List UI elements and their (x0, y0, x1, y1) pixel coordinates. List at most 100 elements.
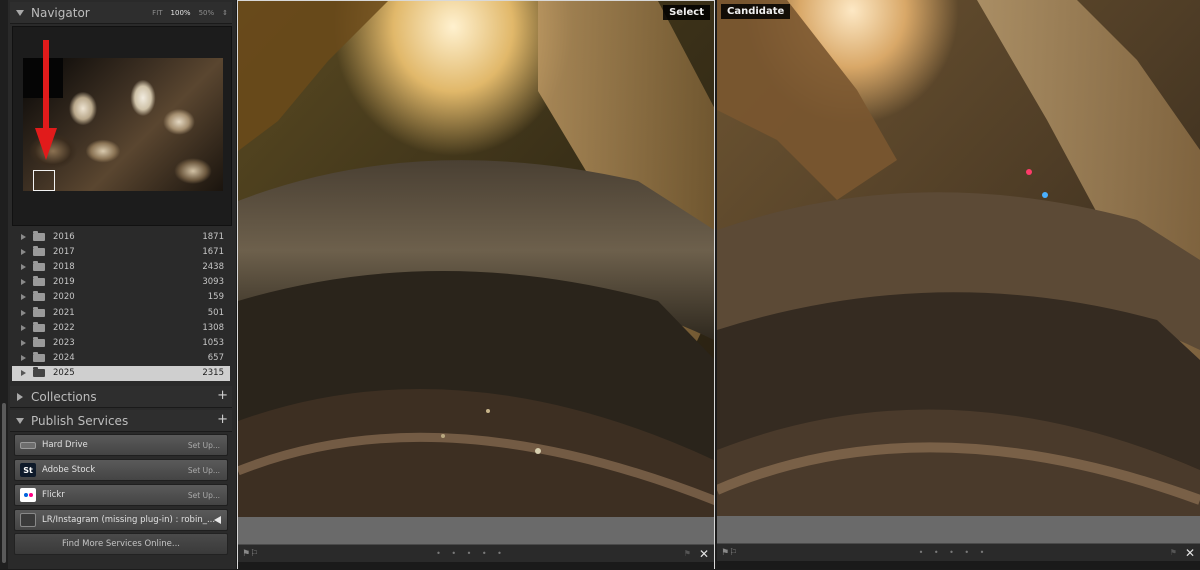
folder-count: 657 (207, 353, 224, 364)
select-filmstrip-band (238, 517, 714, 544)
expand-triangle-icon[interactable] (21, 370, 26, 377)
collapse-triangle-icon[interactable] (16, 9, 24, 16)
folder-label: 2018 (53, 261, 75, 272)
panel-scrollbar-thumb[interactable] (2, 403, 6, 563)
setup-link[interactable]: Set Up... (188, 491, 220, 500)
navigator-title: Navigator (31, 5, 90, 20)
publish-services-header[interactable]: Publish Services + (10, 410, 232, 432)
service-name: Adobe Stock (42, 465, 96, 475)
flag-icon[interactable]: ⚑⚐ (721, 548, 737, 558)
folder-icon (33, 321, 45, 332)
expand-triangle-icon[interactable] (21, 233, 26, 240)
rating-dots[interactable]: • • • • • (258, 549, 684, 558)
zoom-stepper-icon[interactable]: ⇕ (222, 9, 228, 16)
candidate-photo[interactable] (717, 0, 1200, 516)
folder-count: 159 (207, 292, 224, 303)
flag-icon[interactable]: ⚑⚐ (242, 549, 258, 559)
publish-service-instagram[interactable]: LR/Instagram (missing plug-in) : robin_.… (14, 509, 228, 531)
service-name: Flickr (42, 490, 65, 500)
publish-service-adobe-stock[interactable]: St Adobe Stock Set Up... (14, 459, 228, 481)
hard-drive-icon (20, 441, 36, 449)
service-name: Hard Drive (42, 440, 88, 450)
folder-row[interactable]: 2024 657 (12, 351, 230, 366)
left-panel: Navigator FIT 100% 50% ⇕ 2016 1871 2017 … (0, 0, 236, 569)
publish-service-hard-drive[interactable]: Hard Drive Set Up... (14, 434, 228, 456)
folder-icon (33, 260, 45, 271)
folder-label: 2019 (53, 277, 75, 288)
expand-triangle-icon[interactable] (21, 248, 26, 255)
navigator-focus-box[interactable] (33, 170, 55, 191)
navigator-zoom-options: FIT 100% 50% ⇕ (152, 2, 228, 24)
folder-label: 2021 (53, 307, 75, 318)
flickr-icon (20, 488, 36, 502)
folder-count: 501 (207, 307, 224, 318)
folder-label: 2020 (53, 292, 75, 303)
folder-label: 2024 (53, 353, 75, 364)
add-publish-service-button[interactable]: + (217, 412, 228, 427)
rating-dots[interactable]: • • • • • (737, 548, 1170, 557)
folder-row[interactable]: 2022 1308 (12, 320, 230, 335)
folder-count: 1308 (202, 322, 224, 333)
folder-row[interactable]: 2019 3093 (12, 275, 230, 290)
folder-row[interactable]: 2020 159 (12, 290, 230, 305)
collections-title: Collections (31, 389, 97, 404)
folder-label: 2016 (53, 231, 75, 242)
candidate-toolbar: ⚑⚐ • • • • • ⚑ ✕ (717, 543, 1200, 561)
expand-triangle-icon[interactable] (21, 263, 26, 270)
collections-header[interactable]: Collections + (10, 386, 232, 408)
folder-icon (33, 230, 45, 241)
folder-icon (33, 245, 45, 256)
expand-triangle-icon[interactable] (21, 339, 26, 346)
navigator-header[interactable]: Navigator FIT 100% 50% ⇕ (10, 2, 232, 24)
select-label: Select (663, 5, 710, 20)
select-toolbar: ⚑⚐ • • • • • ⚑ ✕ (238, 544, 714, 562)
folder-row[interactable]: 2016 1871 (12, 229, 230, 244)
expand-triangle-icon[interactable] (21, 355, 26, 362)
service-name: LR/Instagram (missing plug-in) : robin_.… (42, 515, 216, 525)
zoom-100[interactable]: 100% (171, 9, 191, 17)
candidate-viewer[interactable]: Candidate ⚑⚐ • • • • • ⚑ ✕ (717, 0, 1200, 569)
folder-count: 3093 (202, 277, 224, 288)
instagram-plugin-icon (20, 513, 36, 527)
folder-icon (33, 276, 45, 287)
collapse-triangle-icon[interactable] (16, 417, 24, 424)
candidate-bottom-bar (717, 561, 1200, 569)
folder-icon (33, 336, 45, 347)
find-more-services-button[interactable]: Find More Services Online... (14, 533, 228, 555)
publish-service-flickr[interactable]: Flickr Set Up... (14, 484, 228, 506)
expand-triangle-icon[interactable] (17, 392, 23, 401)
navigator-preview[interactable] (12, 26, 232, 226)
folder-icon (33, 367, 45, 378)
reject-flag-icon[interactable]: ⚑ (684, 549, 691, 558)
folder-count: 2438 (202, 261, 224, 272)
service-menu-arrow-icon[interactable] (214, 516, 221, 524)
publish-services-title: Publish Services (31, 413, 129, 428)
close-icon[interactable]: ✕ (699, 547, 709, 561)
expand-triangle-icon[interactable] (21, 309, 26, 316)
folder-row[interactable]: 2021 501 (12, 305, 230, 320)
folders-list: 2016 1871 2017 1671 2018 2438 2019 3093 … (12, 229, 230, 381)
setup-link[interactable]: Set Up... (188, 466, 220, 475)
expand-triangle-icon[interactable] (21, 324, 26, 331)
folder-row[interactable]: 2018 2438 (12, 259, 230, 274)
folder-row[interactable]: 2017 1671 (12, 244, 230, 259)
folder-label: 2022 (53, 322, 75, 333)
setup-link[interactable]: Set Up... (188, 441, 220, 450)
zoom-50[interactable]: 50% (199, 9, 215, 17)
reject-flag-icon[interactable]: ⚑ (1170, 548, 1177, 557)
folder-label: 2025 (53, 368, 75, 379)
zoom-fit[interactable]: FIT (152, 9, 162, 17)
adobe-stock-icon: St (20, 463, 36, 477)
expand-triangle-icon[interactable] (21, 279, 26, 286)
folder-label: 2017 (53, 246, 75, 257)
select-viewer[interactable]: Select ⚑⚐ • • • • • ⚑ ✕ (237, 0, 715, 570)
folder-row-selected[interactable]: 2025 2315 (12, 365, 230, 381)
close-icon[interactable]: ✕ (1185, 546, 1195, 560)
folder-icon (33, 291, 45, 302)
select-photo[interactable] (238, 1, 714, 517)
folder-count: 1671 (202, 246, 224, 257)
expand-triangle-icon[interactable] (21, 294, 26, 301)
folder-row[interactable]: 2023 1053 (12, 335, 230, 350)
panel-scroll-track[interactable] (0, 0, 8, 569)
add-collection-button[interactable]: + (217, 388, 228, 403)
